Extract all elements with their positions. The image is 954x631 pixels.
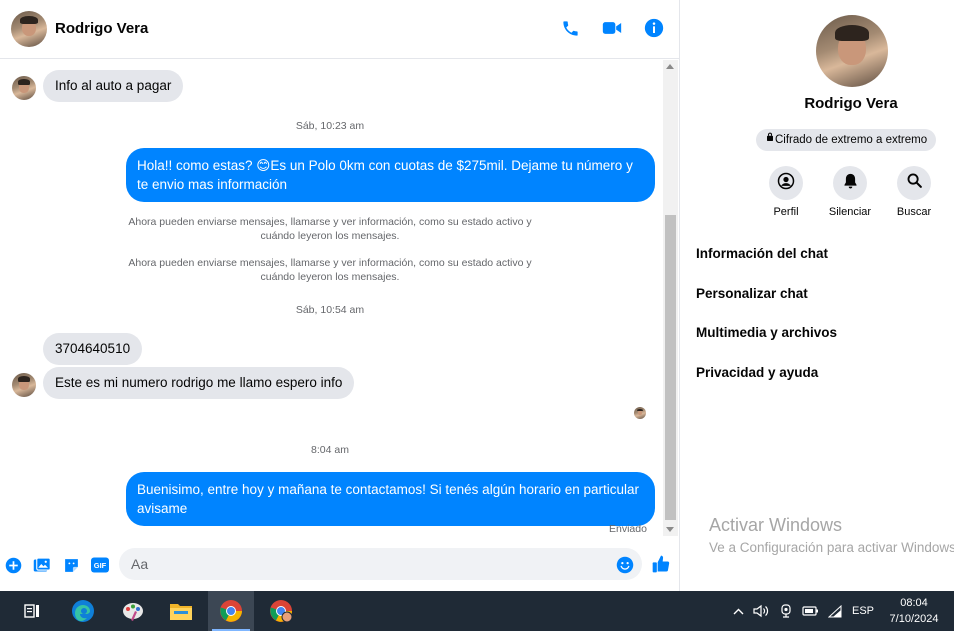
search-icon bbox=[906, 172, 923, 194]
header-actions bbox=[560, 17, 664, 39]
message-status: Enviado bbox=[609, 523, 647, 535]
gif-icon[interactable]: GIF bbox=[91, 556, 109, 574]
scrollbar-thumb[interactable] bbox=[665, 215, 676, 520]
timestamp: 8:04 am bbox=[311, 444, 349, 456]
wifi-icon[interactable] bbox=[826, 603, 844, 619]
emoji-icon[interactable] bbox=[616, 556, 634, 574]
messenger-window: Rodrigo Vera Info al auto a pagar Sáb, 1… bbox=[0, 0, 954, 591]
battery-icon[interactable] bbox=[801, 603, 819, 619]
webcam-icon[interactable] bbox=[778, 603, 794, 619]
chat-header: Rodrigo Vera bbox=[0, 0, 680, 59]
paint-app-icon[interactable] bbox=[110, 591, 156, 631]
incoming-message[interactable]: Info al auto a pagar bbox=[43, 70, 184, 102]
incoming-message[interactable]: Este es mi numero rodrigo me llamo esper… bbox=[43, 367, 355, 399]
menu-privacy-help[interactable]: Privacidad y ayuda bbox=[696, 365, 818, 380]
plus-icon[interactable] bbox=[4, 556, 22, 574]
chat-pane: Rodrigo Vera Info al auto a pagar Sáb, 1… bbox=[0, 0, 680, 591]
message-composer: GIF bbox=[0, 547, 680, 581]
read-receipt-avatar bbox=[634, 407, 646, 419]
message-input[interactable] bbox=[119, 548, 642, 580]
outgoing-message[interactable]: Buenisimo, entre hoy y mañana te contact… bbox=[126, 472, 655, 526]
contact-avatar[interactable] bbox=[11, 11, 47, 47]
message-avatar bbox=[12, 76, 36, 100]
svg-text:GIF: GIF bbox=[94, 561, 107, 570]
bell-icon bbox=[842, 172, 859, 195]
lock-icon bbox=[766, 127, 775, 149]
message-avatar bbox=[12, 373, 36, 397]
task-view-icon[interactable] bbox=[10, 591, 54, 631]
menu-chat-info[interactable]: Información del chat bbox=[696, 246, 828, 261]
scroll-up-arrow-icon[interactable] bbox=[666, 64, 674, 69]
menu-media-files[interactable]: Multimedia y archivos bbox=[696, 325, 837, 340]
clock-date: 7/10/2024 bbox=[889, 613, 939, 625]
info-icon[interactable] bbox=[644, 17, 664, 39]
sticker-icon[interactable] bbox=[62, 556, 80, 574]
timestamp: Sáb, 10:23 am bbox=[295, 120, 365, 132]
menu-customize-chat[interactable]: Personalizar chat bbox=[696, 286, 808, 301]
like-icon[interactable] bbox=[651, 554, 671, 574]
contact-profile-photo[interactable] bbox=[816, 15, 888, 87]
scroll-down-arrow-icon[interactable] bbox=[666, 527, 674, 532]
windows-taskbar: ESP 08:04 7/10/2024 bbox=[0, 591, 954, 631]
search-label: Buscar bbox=[896, 206, 932, 218]
image-icon[interactable] bbox=[33, 556, 51, 574]
outgoing-message[interactable]: Hola!! como estas? 😊Es un Polo 0km con c… bbox=[126, 148, 655, 202]
search-action[interactable]: Buscar bbox=[884, 166, 944, 218]
system-notice: Ahora pueden enviarse mensajes, llamarse… bbox=[128, 257, 532, 283]
profile-icon bbox=[777, 172, 795, 195]
file-explorer-icon[interactable] bbox=[158, 591, 204, 631]
volume-icon[interactable] bbox=[752, 603, 770, 619]
encryption-label: Cifrado de extremo a extremo bbox=[775, 134, 928, 146]
chat-scrollbar[interactable] bbox=[663, 60, 678, 536]
show-hidden-icons-chevron-icon[interactable] bbox=[732, 603, 744, 619]
activation-watermark-subtitle: Ve a Configuración para activar Windows. bbox=[709, 540, 954, 555]
clock-time: 08:04 bbox=[900, 597, 928, 609]
profile-action[interactable]: Perfil bbox=[756, 166, 816, 218]
profile-label: Perfil bbox=[773, 206, 799, 218]
encryption-badge[interactable]: Cifrado de extremo a extremo bbox=[756, 127, 937, 151]
timestamp: Sáb, 10:54 am bbox=[295, 304, 365, 316]
input-language[interactable]: ESP bbox=[850, 603, 876, 619]
edge-browser-icon[interactable] bbox=[60, 591, 106, 631]
system-notice: Ahora pueden enviarse mensajes, llamarse… bbox=[128, 216, 532, 242]
chat-info-pane: Rodrigo Vera Cifrado de extremo a extrem… bbox=[681, 0, 954, 591]
mute-label: Silenciar bbox=[828, 206, 872, 218]
mute-action[interactable]: Silenciar bbox=[820, 166, 880, 218]
video-camera-icon[interactable] bbox=[602, 17, 622, 39]
phone-icon[interactable] bbox=[560, 17, 580, 39]
activation-watermark-title: Activar Windows bbox=[709, 515, 843, 535]
chrome-profile-icon[interactable] bbox=[258, 591, 304, 631]
contact-name[interactable]: Rodrigo Vera bbox=[55, 20, 148, 37]
info-contact-name: Rodrigo Vera bbox=[804, 95, 898, 112]
system-clock[interactable]: 08:04 7/10/2024 bbox=[884, 595, 944, 627]
chrome-browser-icon[interactable] bbox=[208, 591, 254, 631]
incoming-message[interactable]: 3704640510 bbox=[43, 333, 143, 365]
